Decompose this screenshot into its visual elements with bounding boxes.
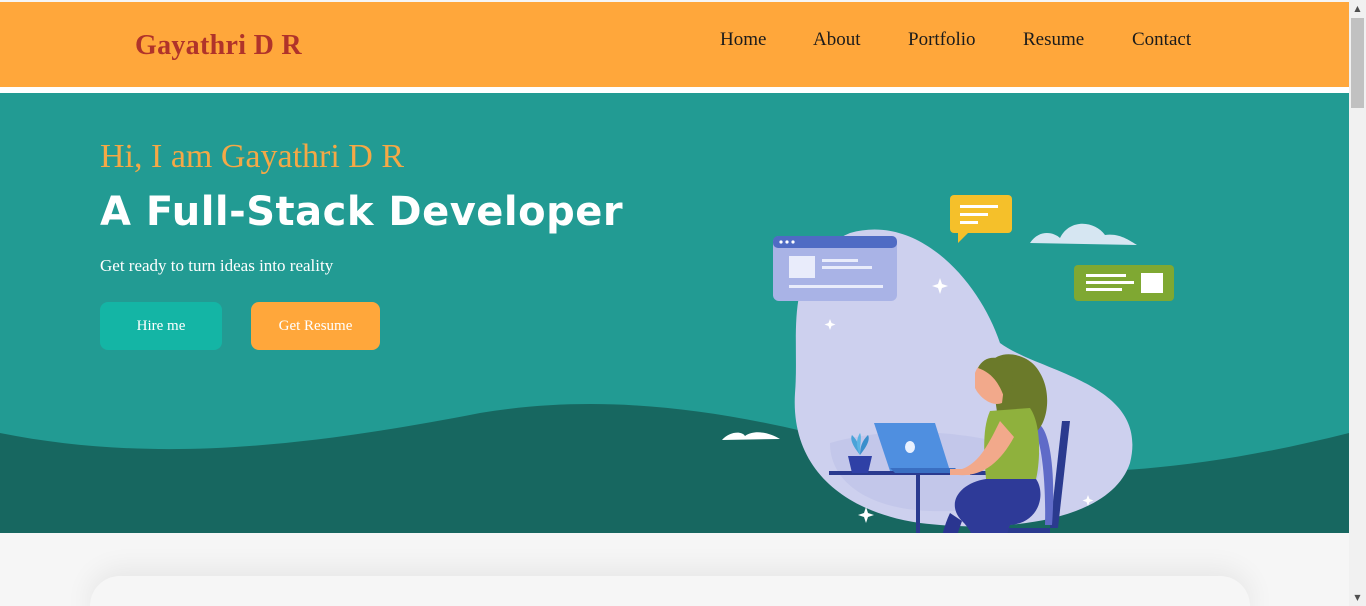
hero-greeting: Hi, I am Gayathri D R (100, 138, 405, 175)
triangle-up-icon[interactable]: ▲ (1349, 0, 1366, 17)
developer-illustration (722, 195, 1174, 533)
hero-tagline: Get ready to turn ideas into reality (100, 256, 334, 275)
nav-link-portfolio[interactable]: Portfolio (908, 29, 976, 51)
scrollbar-thumb[interactable] (1351, 18, 1364, 108)
get-resume-button[interactable]: Get Resume (251, 302, 380, 350)
nav-link-contact[interactable]: Contact (1132, 29, 1191, 51)
message-card-icon (1074, 265, 1174, 301)
navbar: Gayathri D R Home About Portfolio Resume… (0, 2, 1349, 87)
content-section (0, 533, 1349, 606)
hire-me-button[interactable]: Hire me (100, 302, 222, 350)
hero-section: Hi, I am Gayathri D R A Full-Stack Devel… (0, 93, 1349, 533)
nav-link-resume[interactable]: Resume (1023, 29, 1084, 51)
triangle-down-icon[interactable]: ▼ (1349, 589, 1366, 606)
brand-logo[interactable]: Gayathri D R (135, 30, 302, 62)
nav-link-about[interactable]: About (813, 29, 861, 51)
hero-role: A Full-Stack Developer (100, 189, 624, 235)
nav-link-home[interactable]: Home (720, 29, 766, 51)
chat-bubble-icon (950, 195, 1012, 243)
content-card (90, 576, 1250, 606)
vertical-scrollbar[interactable]: ▲ ▼ (1349, 0, 1366, 606)
browser-window-icon (773, 236, 897, 301)
